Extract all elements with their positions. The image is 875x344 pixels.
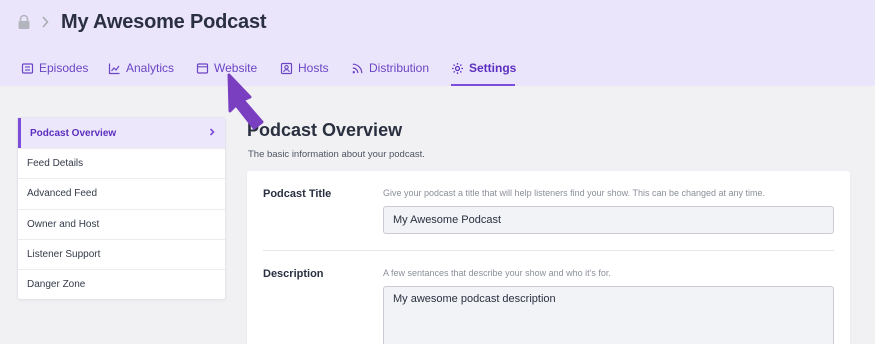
- sidebar-item-label: Podcast Overview: [30, 127, 117, 139]
- tab-label: Episodes: [39, 61, 89, 75]
- sidebar-item-label: Danger Zone: [27, 279, 86, 291]
- sidebar-item-danger-zone[interactable]: Danger Zone: [18, 268, 225, 299]
- sidebar-item-owner-and-host[interactable]: Owner and Host: [18, 208, 225, 239]
- user-card-icon: [280, 62, 293, 75]
- chevron-right-icon: [209, 128, 215, 136]
- description-label: Description: [263, 268, 324, 280]
- lock-icon[interactable]: [17, 14, 31, 35]
- page-header: My Awesome Podcast Episodes Analytics We…: [0, 0, 875, 86]
- description-textarea[interactable]: My awesome podcast description: [383, 286, 834, 344]
- podcast-title-help: Give your podcast a title that will help…: [383, 188, 766, 198]
- description-help: A few sentances that describe your show …: [383, 268, 611, 278]
- tab-website[interactable]: Website: [196, 50, 257, 86]
- tab-label: Settings: [469, 61, 517, 75]
- tab-hosts[interactable]: Hosts: [280, 50, 329, 86]
- podcast-title-input[interactable]: [383, 206, 834, 234]
- sidebar-item-podcast-overview[interactable]: Podcast Overview: [18, 118, 225, 149]
- overview-form-card: Podcast Title Give your podcast a title …: [247, 171, 850, 344]
- gear-icon: [451, 62, 464, 75]
- chart-icon: [108, 62, 121, 75]
- section-title: Podcast Overview: [247, 120, 403, 140]
- sidebar-item-label: Listener Support: [27, 248, 101, 260]
- sidebar-item-listener-support[interactable]: Listener Support: [18, 238, 225, 269]
- chevron-right-icon: [40, 15, 50, 34]
- page-title: My Awesome Podcast: [61, 11, 267, 33]
- section-subtitle: The basic information about your podcast…: [248, 149, 425, 160]
- tab-settings[interactable]: Settings: [451, 50, 517, 86]
- rss-icon: [351, 62, 364, 75]
- podcast-title-label: Podcast Title: [263, 188, 332, 200]
- browser-icon: [196, 62, 209, 75]
- list-icon: [21, 62, 34, 75]
- form-divider: [263, 250, 834, 251]
- sidebar-item-feed-details[interactable]: Feed Details: [18, 148, 225, 178]
- settings-sidebar: Podcast Overview Feed Details Advanced F…: [17, 117, 226, 301]
- tab-analytics[interactable]: Analytics: [108, 50, 174, 86]
- tab-episodes[interactable]: Episodes: [21, 50, 88, 86]
- tab-label: Distribution: [369, 61, 430, 75]
- tab-label: Website: [214, 61, 258, 75]
- sidebar-item-label: Advanced Feed: [27, 188, 98, 200]
- tab-label: Analytics: [126, 61, 175, 75]
- tab-bar: Episodes Analytics Website Hosts Distrib…: [0, 50, 875, 86]
- sidebar-item-label: Owner and Host: [27, 218, 100, 230]
- tab-distribution[interactable]: Distribution: [351, 50, 429, 86]
- sidebar-item-advanced-feed[interactable]: Advanced Feed: [18, 178, 225, 208]
- sidebar-item-label: Feed Details: [27, 158, 84, 170]
- tab-label: Hosts: [298, 61, 329, 75]
